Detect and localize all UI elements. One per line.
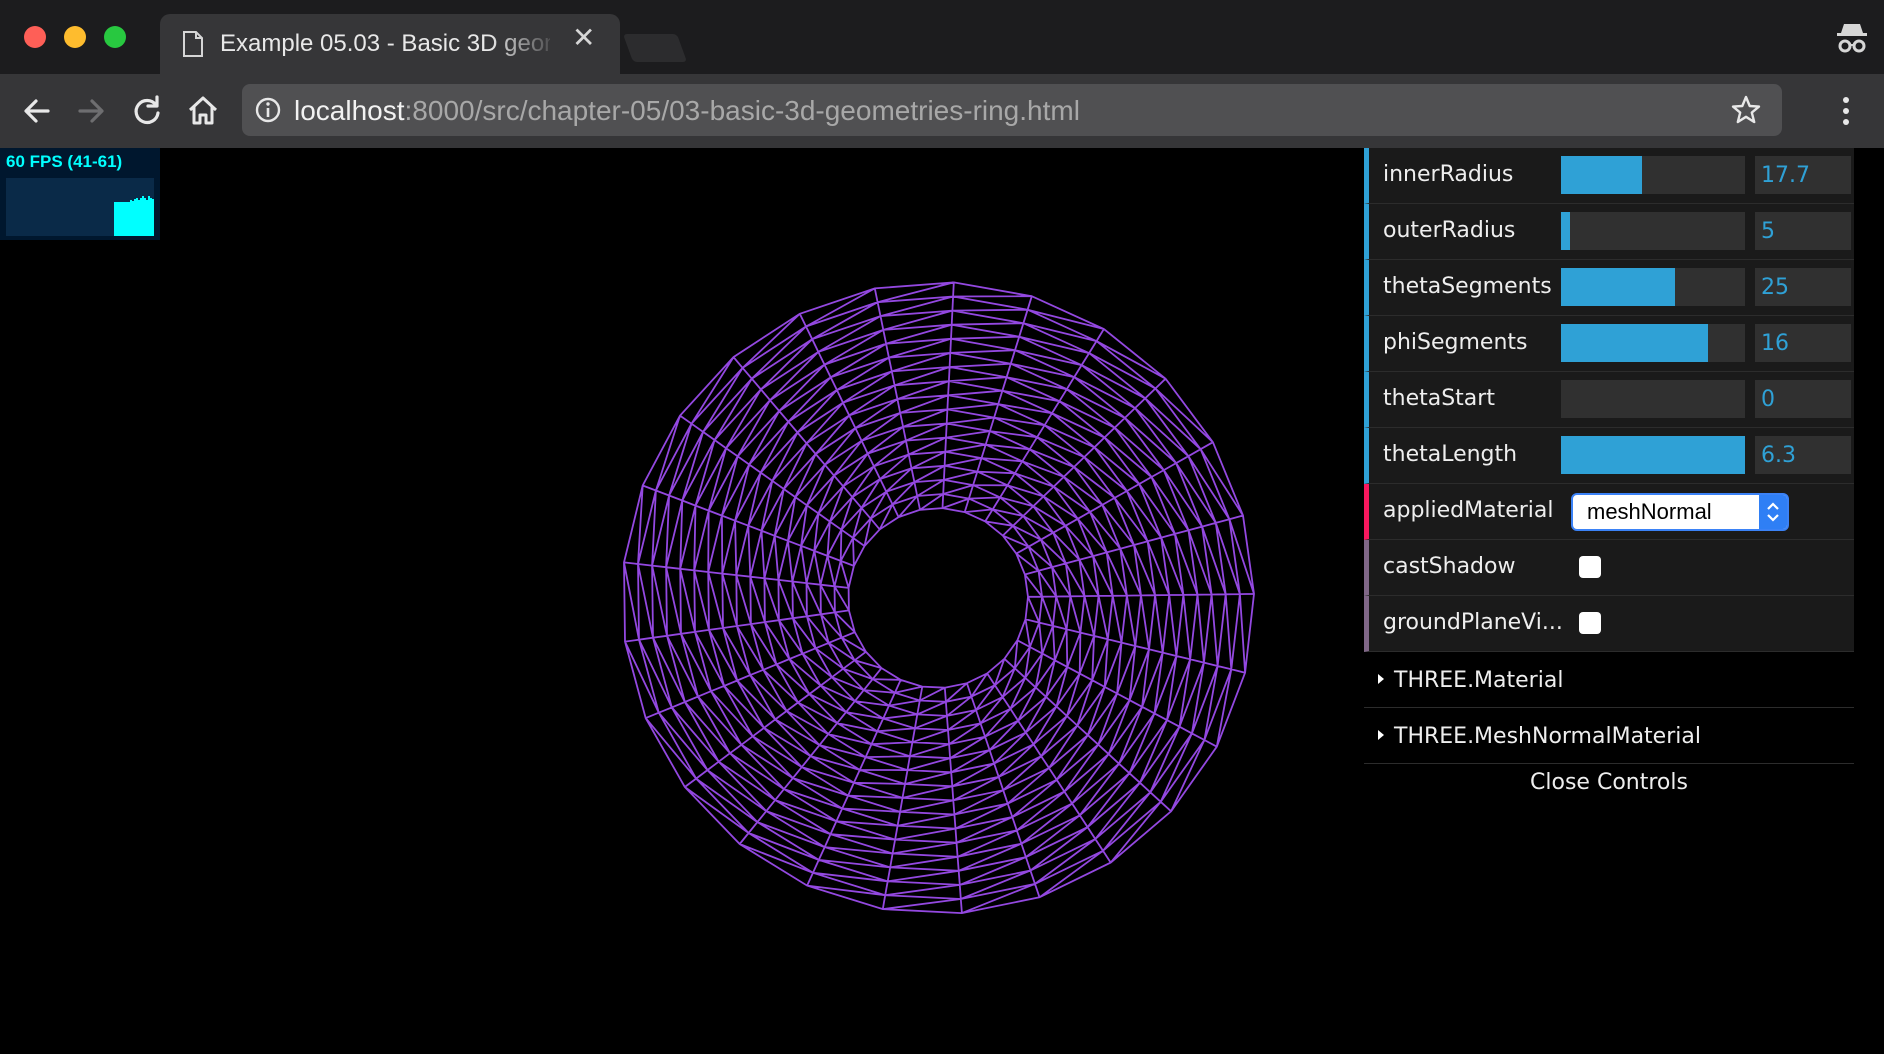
close-controls-button[interactable]: Close Controls [1364, 764, 1854, 804]
browser-titlebar: Example 05.03 - Basic 3D geometries - Ri… [0, 0, 1884, 74]
three-material-folder[interactable]: THREE.Material [1364, 652, 1854, 708]
phi-segments-label: phiSegments [1383, 330, 1528, 355]
mesh-normal-material-folder-label: THREE.MeshNormalMaterial [1394, 724, 1701, 749]
incognito-icon [1837, 24, 1867, 53]
fps-text: 60 FPS (41-61) [6, 152, 123, 171]
collapsed-triangle-icon [1378, 730, 1384, 740]
theta-start-slider[interactable] [1561, 380, 1745, 418]
applied-material-select[interactable]: meshNormal [1571, 493, 1789, 531]
fps-history-bars [6, 178, 154, 236]
url-text: localhost:8000/src/chapter-05/03-basic-3… [294, 95, 1080, 127]
phi-segments-input[interactable]: 16 [1755, 324, 1851, 362]
theta-segments-label: thetaSegments [1383, 274, 1552, 299]
browser-tab[interactable]: Example 05.03 - Basic 3D geometries - Ri… [160, 14, 620, 74]
theta-length-value: 6.3 [1761, 443, 1796, 468]
ground-plane-control: groundPlaneVi... [1364, 596, 1854, 652]
inner-radius-input[interactable]: 17.7 [1755, 156, 1851, 194]
slider-fill [1561, 268, 1676, 306]
select-arrows-icon [1759, 495, 1787, 529]
forward-icon[interactable] [72, 92, 110, 130]
inner-radius-slider[interactable] [1561, 156, 1745, 194]
new-tab-button[interactable] [622, 34, 688, 62]
theta-segments-control: thetaSegments 25 [1364, 260, 1854, 316]
menu-more-icon[interactable] [1836, 92, 1856, 130]
applied-material-label: appliedMaterial [1383, 498, 1554, 523]
ring-wireframe-lines [623, 281, 1255, 915]
phi-segments-value: 16 [1761, 331, 1789, 356]
outer-radius-control: outerRadius 5 [1364, 204, 1854, 260]
reload-icon[interactable] [128, 92, 166, 130]
theta-start-label: thetaStart [1383, 386, 1495, 411]
collapsed-triangle-icon [1378, 674, 1384, 684]
theta-start-value: 0 [1761, 387, 1775, 412]
theta-length-input[interactable]: 6.3 [1755, 436, 1851, 474]
inner-radius-label: innerRadius [1383, 162, 1514, 187]
applied-material-control: appliedMaterial meshNormal [1364, 484, 1854, 540]
tab-title-fade [490, 22, 560, 62]
theta-segments-slider[interactable] [1561, 268, 1745, 306]
phi-segments-slider[interactable] [1561, 324, 1745, 362]
applied-material-value: meshNormal [1587, 499, 1712, 524]
outer-radius-input[interactable]: 5 [1755, 212, 1851, 250]
close-controls-label: Close Controls [1530, 770, 1688, 795]
fps-stats-panel[interactable]: 60 FPS (41-61) [0, 148, 160, 240]
fps-graph [6, 178, 154, 236]
theta-length-control: thetaLength 6.3 [1364, 428, 1854, 484]
document-icon [183, 31, 203, 57]
maximize-window-button[interactable] [104, 26, 126, 48]
home-icon[interactable] [184, 92, 222, 130]
minimize-window-button[interactable] [64, 26, 86, 48]
theta-length-label: thetaLength [1383, 442, 1518, 467]
back-icon[interactable] [18, 92, 56, 130]
browser-toolbar: localhost:8000/src/chapter-05/03-basic-3… [0, 74, 1884, 148]
close-tab-icon[interactable]: ✕ [572, 24, 595, 52]
fps-bar-fill [114, 202, 154, 236]
close-window-button[interactable] [24, 26, 46, 48]
theta-start-input[interactable]: 0 [1755, 380, 1851, 418]
cast-shadow-control: castShadow [1364, 540, 1854, 596]
theta-start-control: thetaStart 0 [1364, 372, 1854, 428]
outer-radius-slider[interactable] [1561, 212, 1745, 250]
phi-segments-control: phiSegments 16 [1364, 316, 1854, 372]
slider-fill [1561, 324, 1709, 362]
site-info-icon[interactable] [254, 96, 282, 124]
theta-segments-input[interactable]: 25 [1755, 268, 1851, 306]
slider-fill [1561, 436, 1745, 474]
ring-wireframe-path [623, 281, 1255, 915]
url-host: localhost [294, 95, 405, 126]
bookmark-star-icon[interactable] [1730, 94, 1762, 126]
theta-segments-value: 25 [1761, 275, 1789, 300]
theta-length-slider[interactable] [1561, 436, 1745, 474]
ground-plane-label: groundPlaneVi... [1383, 610, 1563, 635]
url-path: :8000/src/chapter-05/03-basic-3d-geometr… [404, 95, 1080, 126]
controls-panel: innerRadius 17.7 outerRadius 5 thetaSegm… [1364, 148, 1854, 804]
mesh-normal-material-folder[interactable]: THREE.MeshNormalMaterial [1364, 708, 1854, 764]
slider-fill [1561, 212, 1571, 250]
three-material-folder-label: THREE.Material [1394, 668, 1564, 693]
cast-shadow-label: castShadow [1383, 554, 1516, 579]
address-bar[interactable]: localhost:8000/src/chapter-05/03-basic-3… [242, 84, 1782, 136]
ground-plane-checkbox[interactable] [1579, 612, 1601, 634]
outer-radius-value: 5 [1761, 219, 1775, 244]
cast-shadow-checkbox[interactable] [1579, 556, 1601, 578]
inner-radius-value: 17.7 [1761, 163, 1810, 188]
inner-radius-control: innerRadius 17.7 [1364, 148, 1854, 204]
outer-radius-label: outerRadius [1383, 218, 1516, 243]
slider-fill [1561, 156, 1642, 194]
